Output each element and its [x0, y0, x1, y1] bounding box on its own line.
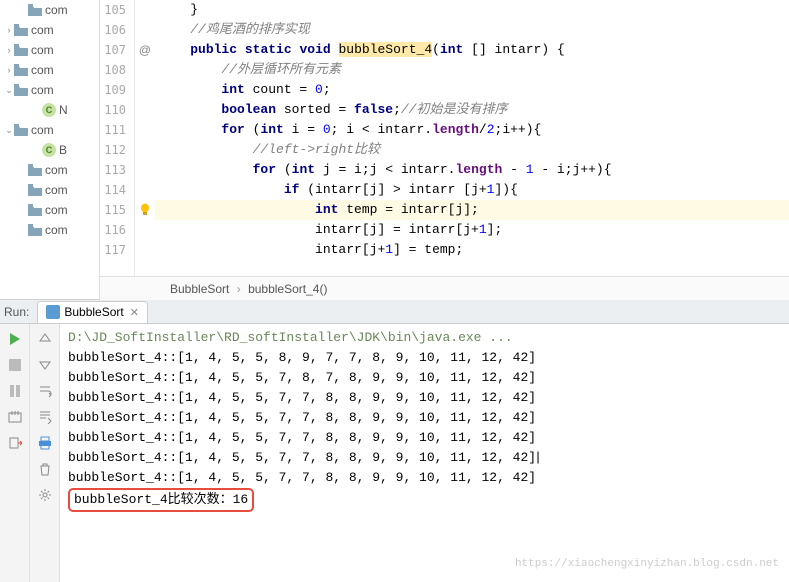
- expand-arrow-icon[interactable]: ⌄: [4, 125, 14, 136]
- rerun-button[interactable]: [4, 328, 26, 350]
- tree-item[interactable]: CN: [0, 100, 99, 120]
- tree-item-label: com: [45, 3, 68, 17]
- folder-icon: [14, 83, 28, 97]
- dump-threads-button[interactable]: [4, 406, 26, 428]
- tree-item[interactable]: com: [0, 220, 99, 240]
- console-line: bubbleSort_4::[1, 4, 5, 5, 7, 7, 8, 8, 9…: [68, 468, 781, 488]
- run-label: Run:: [4, 305, 29, 319]
- console-line: bubbleSort_4::[1, 4, 5, 5, 7, 7, 8, 8, 9…: [68, 448, 781, 468]
- code-line[interactable]: //外层循环所有元素: [155, 60, 789, 80]
- run-tab-title: BubbleSort: [64, 305, 123, 319]
- pause-button[interactable]: [4, 380, 26, 402]
- code-line[interactable]: public static void bubbleSort_4(int [] i…: [155, 40, 789, 60]
- tree-item[interactable]: CB: [0, 140, 99, 160]
- expand-arrow-icon[interactable]: ›: [4, 25, 14, 35]
- code-editor[interactable]: 105106107108109110111112113114115116117 …: [100, 0, 789, 299]
- code-area[interactable]: } //鸡尾酒的排序实现 public static void bubbleSo…: [155, 0, 789, 276]
- run-toolbar-primary: [0, 324, 30, 582]
- folder-icon: [28, 183, 42, 197]
- run-toolbar-secondary: [30, 324, 60, 582]
- tree-item-label: com: [45, 183, 68, 197]
- code-line[interactable]: }: [155, 0, 789, 20]
- console-line-command: D:\JD_SoftInstaller\RD_softInstaller\JDK…: [68, 328, 781, 348]
- soft-wrap-button[interactable]: [34, 380, 56, 402]
- console-output[interactable]: D:\JD_SoftInstaller\RD_softInstaller\JDK…: [60, 324, 789, 582]
- folder-icon: [14, 43, 28, 57]
- folder-icon: [14, 23, 28, 37]
- folder-icon: [28, 203, 42, 217]
- code-line[interactable]: intarr[j+1] = temp;: [155, 240, 789, 260]
- code-line[interactable]: int count = 0;: [155, 80, 789, 100]
- run-tab[interactable]: BubbleSort ✕: [37, 301, 148, 323]
- breadcrumb-class[interactable]: BubbleSort: [170, 282, 229, 296]
- breadcrumb-method[interactable]: bubbleSort_4(): [248, 282, 327, 296]
- tree-item-label: N: [59, 103, 68, 117]
- code-line[interactable]: for (int i = 0; i < intarr.length/2;i++)…: [155, 120, 789, 140]
- code-line[interactable]: //鸡尾酒的排序实现: [155, 20, 789, 40]
- run-panel: Run: BubbleSort ✕ D:\JD_SoftInstaller\RD…: [0, 300, 789, 582]
- chevron-right-icon: ›: [237, 282, 241, 296]
- folder-icon: [14, 63, 28, 77]
- console-line: bubbleSort_4::[1, 4, 5, 5, 7, 7, 8, 8, 9…: [68, 408, 781, 428]
- code-line[interactable]: int temp = intarr[j];: [155, 200, 789, 220]
- code-line[interactable]: //left->right比较: [155, 140, 789, 160]
- console-line: bubbleSort_4::[1, 4, 5, 5, 8, 9, 7, 7, 8…: [68, 348, 781, 368]
- tree-item-label: com: [31, 23, 54, 37]
- run-header: Run: BubbleSort ✕: [0, 300, 789, 324]
- console-line: bubbleSort_4::[1, 4, 5, 5, 7, 8, 7, 8, 9…: [68, 368, 781, 388]
- tree-item-label: com: [45, 163, 68, 177]
- expand-arrow-icon[interactable]: ⌄: [4, 85, 14, 96]
- lightbulb-icon[interactable]: [135, 200, 155, 220]
- tree-item-label: com: [31, 63, 54, 77]
- class-icon: C: [42, 103, 56, 117]
- tree-item[interactable]: › com: [0, 40, 99, 60]
- tree-item[interactable]: ⌄ com: [0, 120, 99, 140]
- tree-item[interactable]: › com: [0, 60, 99, 80]
- tree-item[interactable]: › com: [0, 20, 99, 40]
- tree-item-label: com: [31, 43, 54, 57]
- code-line[interactable]: boolean sorted = false;//初始是没有排序: [155, 100, 789, 120]
- tree-item-label: com: [45, 203, 68, 217]
- console-line: bubbleSort_4比较次数：16: [68, 488, 781, 512]
- project-tree[interactable]: com›com›com›com⌄comCN⌄comCBcomcomcomcom: [0, 0, 100, 299]
- folder-icon: [14, 123, 28, 137]
- tree-item-label: com: [31, 123, 54, 137]
- tree-item-label: B: [59, 143, 67, 157]
- clear-button[interactable]: [34, 458, 56, 480]
- breadcrumb[interactable]: BubbleSort › bubbleSort_4(): [100, 276, 789, 300]
- folder-icon: [28, 223, 42, 237]
- close-icon[interactable]: ✕: [130, 306, 139, 319]
- expand-arrow-icon[interactable]: ›: [4, 65, 14, 75]
- tree-item[interactable]: ⌄ com: [0, 80, 99, 100]
- override-icon[interactable]: @: [135, 40, 155, 60]
- scroll-to-end-button[interactable]: [34, 406, 56, 428]
- console-line: bubbleSort_4::[1, 4, 5, 5, 7, 7, 8, 8, 9…: [68, 388, 781, 408]
- code-line[interactable]: intarr[j] = intarr[j+1];: [155, 220, 789, 240]
- folder-icon: [28, 3, 42, 17]
- tree-item[interactable]: com: [0, 180, 99, 200]
- line-number-gutter: 105106107108109110111112113114115116117: [100, 0, 135, 276]
- application-icon: [46, 305, 60, 319]
- code-line[interactable]: for (int j = i;j < intarr.length - 1 - i…: [155, 160, 789, 180]
- console-summary-highlighted: bubbleSort_4比较次数：16: [68, 488, 254, 512]
- class-icon: C: [42, 143, 56, 157]
- print-button[interactable]: [34, 432, 56, 454]
- exit-button[interactable]: [4, 432, 26, 454]
- tree-item[interactable]: com: [0, 160, 99, 180]
- folder-icon: [28, 163, 42, 177]
- gutter-icons: @: [135, 0, 155, 276]
- tree-item[interactable]: com: [0, 200, 99, 220]
- tree-item[interactable]: com: [0, 0, 99, 20]
- tree-item-label: com: [31, 83, 54, 97]
- settings-button[interactable]: [34, 484, 56, 506]
- tree-item-label: com: [45, 223, 68, 237]
- code-line[interactable]: if (intarr[j] > intarr [j+1]){: [155, 180, 789, 200]
- stop-button[interactable]: [4, 354, 26, 376]
- expand-arrow-icon[interactable]: ›: [4, 45, 14, 55]
- down-button[interactable]: [34, 354, 56, 376]
- up-button[interactable]: [34, 328, 56, 350]
- console-line: bubbleSort_4::[1, 4, 5, 5, 7, 7, 8, 8, 9…: [68, 428, 781, 448]
- watermark: https://xiaochengxinyizhan.blog.csdn.net: [515, 554, 779, 574]
